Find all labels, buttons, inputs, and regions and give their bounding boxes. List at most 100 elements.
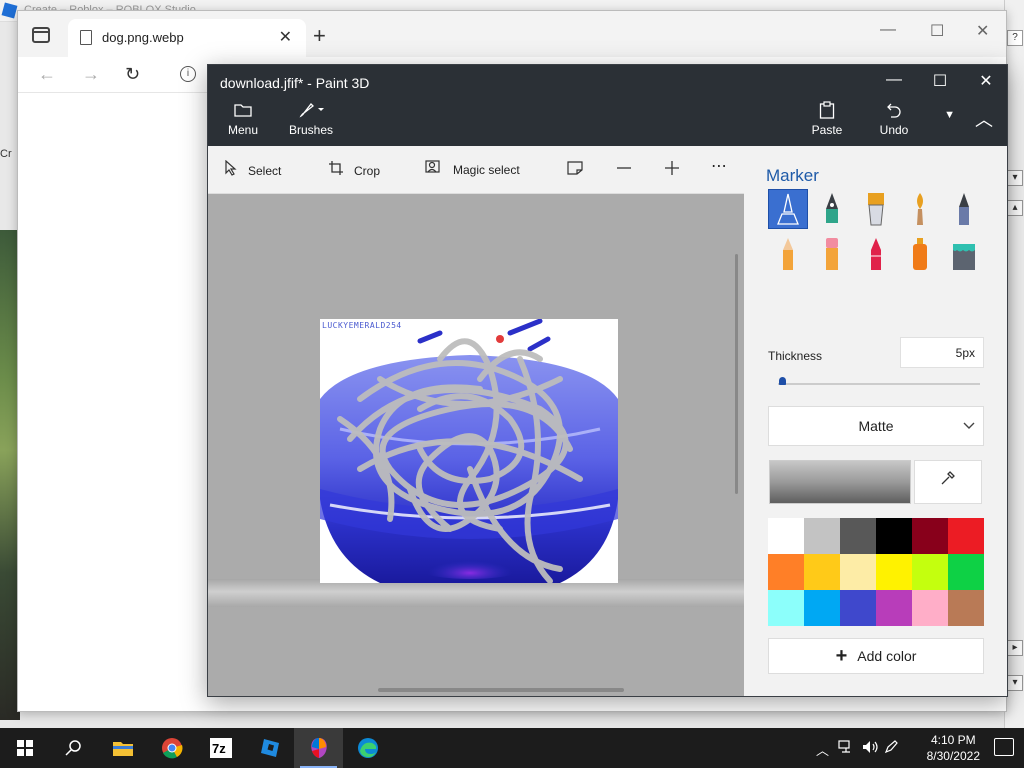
search-button[interactable]: [49, 728, 98, 768]
browser-tab[interactable]: dog.png.webp ✕: [68, 19, 306, 57]
back-icon[interactable]: ←: [38, 64, 56, 85]
spray-can-tool[interactable]: [900, 234, 940, 274]
minimize-icon[interactable]: —: [871, 71, 917, 89]
crayon-icon: [871, 238, 881, 270]
color-swatch[interactable]: [804, 554, 840, 590]
horizontal-scrollbar[interactable]: [378, 688, 624, 692]
calligraphy-pen-tool[interactable]: [812, 189, 852, 229]
history-dropdown-icon[interactable]: ▼: [944, 109, 955, 121]
paint3d-header: download.jfif* - Paint 3D — ☐ ✕ Menu Bru…: [208, 65, 1007, 146]
close-tab-icon[interactable]: ✕: [279, 27, 292, 47]
scroll-right-icon[interactable]: ▸: [1007, 640, 1023, 656]
current-color-preview[interactable]: [769, 460, 911, 504]
color-swatch[interactable]: [840, 518, 876, 554]
more-options-icon[interactable]: ⋯: [711, 156, 727, 176]
canvas-image[interactable]: LUCKYEMERALD254: [320, 319, 618, 583]
new-tab-button[interactable]: +: [313, 23, 326, 49]
color-swatch[interactable]: [948, 518, 984, 554]
help-icon[interactable]: ?: [1007, 30, 1023, 46]
collapse-toolbar-icon[interactable]: ︿: [961, 103, 1007, 139]
color-swatch[interactable]: [804, 590, 840, 626]
crop-icon: [328, 160, 344, 181]
eyedropper-button[interactable]: [914, 460, 982, 504]
color-swatch[interactable]: [948, 590, 984, 626]
folder-icon: [226, 101, 260, 123]
edge-button[interactable]: [343, 728, 392, 768]
minimize-icon[interactable]: —: [880, 21, 896, 39]
color-swatch[interactable]: [768, 554, 804, 590]
thickness-slider-thumb[interactable]: [779, 377, 787, 385]
undo-button[interactable]: Undo: [877, 101, 911, 137]
vertical-scrollbar[interactable]: [735, 254, 738, 494]
folder-icon: [112, 742, 133, 756]
pixel-pen-tool[interactable]: [944, 189, 984, 229]
scroll-down-icon[interactable]: ▾: [1007, 170, 1023, 186]
refresh-icon[interactable]: ↻: [125, 64, 140, 85]
paint3d-button[interactable]: [294, 728, 343, 768]
paint3d-icon: [310, 738, 327, 758]
oil-brush-tool[interactable]: [856, 189, 896, 229]
windows-icon: [16, 740, 33, 756]
color-swatch[interactable]: [876, 590, 912, 626]
select-label: Select: [248, 163, 282, 178]
paste-button[interactable]: Paste: [810, 101, 844, 137]
canvas-workspace[interactable]: LUCKYEMERALD254: [208, 194, 744, 696]
close-icon[interactable]: ✕: [976, 21, 989, 41]
7zip-icon: 7z: [209, 738, 232, 758]
color-swatch[interactable]: [912, 518, 948, 554]
color-swatch[interactable]: [912, 590, 948, 626]
select-button[interactable]: Select: [224, 159, 282, 181]
marker-tool[interactable]: [768, 189, 808, 229]
color-swatch[interactable]: [840, 554, 876, 590]
watercolor-tool[interactable]: [900, 189, 940, 229]
forward-icon[interactable]: →: [82, 64, 100, 85]
tab-actions-icon[interactable]: [32, 27, 50, 43]
brushes-button[interactable]: Brushes: [288, 101, 334, 137]
thickness-slider-track[interactable]: [778, 383, 980, 385]
zoom-in-icon[interactable]: [664, 160, 680, 176]
show-hidden-icons-icon[interactable]: ︿: [816, 740, 829, 759]
color-swatch[interactable]: [804, 518, 840, 554]
fill-tool[interactable]: [944, 234, 984, 274]
color-swatch[interactable]: [768, 590, 804, 626]
network-icon[interactable]: [838, 740, 854, 757]
chrome-button[interactable]: [147, 728, 196, 768]
window-title: download.jfif* - Paint 3D: [220, 75, 370, 91]
finish-dropdown[interactable]: Matte: [768, 406, 984, 446]
scroll-up-icon[interactable]: ▴: [1007, 200, 1023, 216]
system-clock[interactable]: 4:10 PM 8/30/2022: [927, 732, 980, 764]
browser-tab-title: dog.png.webp: [102, 30, 184, 45]
crop-button[interactable]: Crop: [328, 160, 380, 181]
magic-select-button[interactable]: Magic select: [425, 160, 520, 179]
roblox-studio-button[interactable]: [245, 728, 294, 768]
menu-label: Menu: [227, 123, 259, 137]
start-button[interactable]: [0, 728, 49, 768]
zoom-out-icon[interactable]: [616, 160, 632, 176]
sticker-icon[interactable]: [566, 160, 584, 176]
color-swatch[interactable]: [876, 554, 912, 590]
chrome-icon: [161, 738, 182, 759]
search-icon: [64, 740, 81, 756]
close-icon[interactable]: ✕: [963, 71, 1007, 91]
color-swatch[interactable]: [840, 590, 876, 626]
7zip-button[interactable]: 7z: [196, 728, 245, 768]
maximize-icon[interactable]: ☐: [917, 71, 963, 91]
crayon-tool[interactable]: [856, 234, 896, 274]
color-swatch[interactable]: [876, 518, 912, 554]
eraser-tool[interactable]: [812, 234, 852, 274]
add-color-button[interactable]: + Add color: [768, 638, 984, 674]
volume-icon[interactable]: [862, 740, 880, 757]
maximize-icon[interactable]: ☐: [930, 21, 944, 41]
file-explorer-button[interactable]: [98, 728, 147, 768]
menu-button[interactable]: Menu: [226, 101, 260, 137]
chevron-down-icon: [963, 407, 975, 445]
color-swatch[interactable]: [912, 554, 948, 590]
thickness-input[interactable]: 5px: [900, 337, 984, 368]
color-swatch[interactable]: [948, 554, 984, 590]
pencil-tool[interactable]: [768, 234, 808, 274]
color-swatch[interactable]: [768, 518, 804, 554]
site-info-icon[interactable]: i: [180, 66, 196, 82]
notifications-icon[interactable]: [994, 738, 1014, 756]
scroll-down-icon[interactable]: ▾: [1007, 675, 1023, 691]
pen-input-icon[interactable]: [884, 740, 898, 757]
